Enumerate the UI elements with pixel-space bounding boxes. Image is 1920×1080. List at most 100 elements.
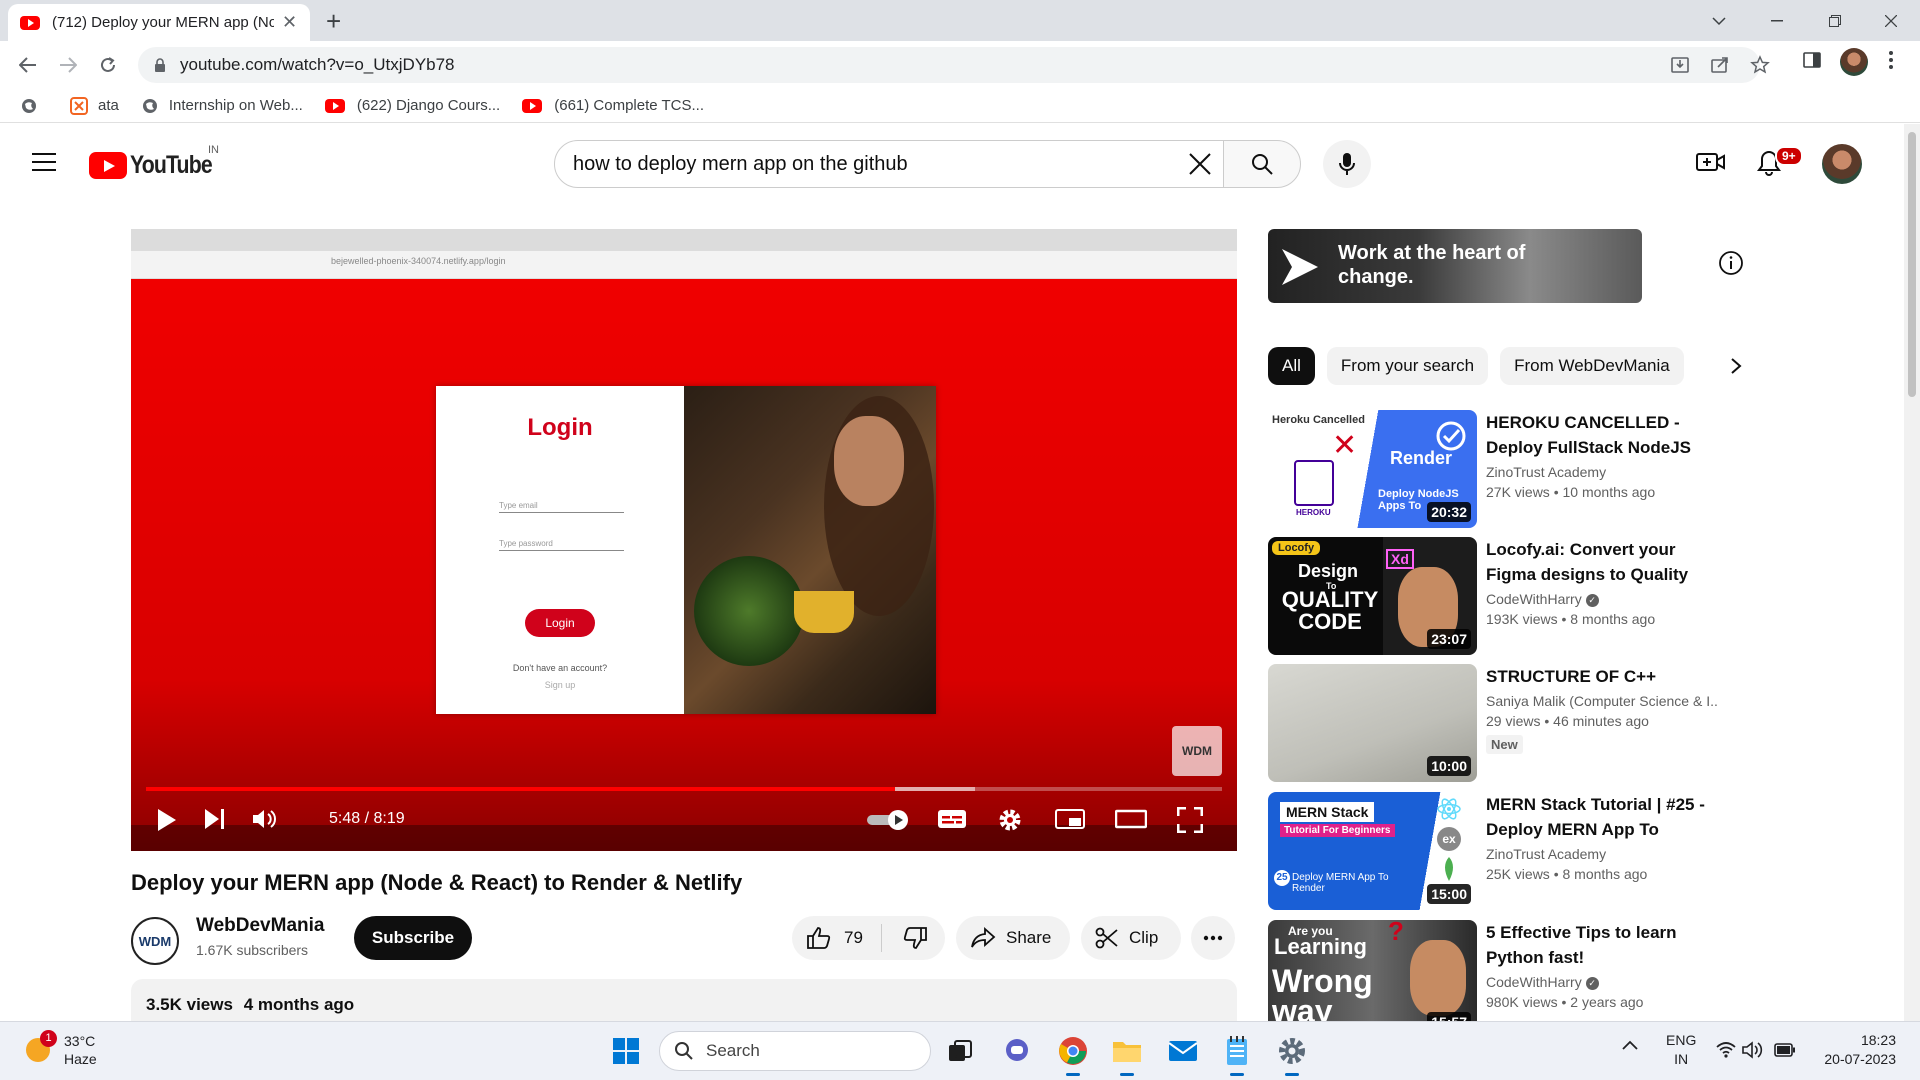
tab-search-chevron-icon[interactable] xyxy=(1690,0,1748,41)
search-input[interactable]: how to deploy mern app on the github xyxy=(554,140,1224,188)
recommendation-item[interactable]: Are you Learning Wrong way ? 15:57 5 Eff… xyxy=(1268,920,1718,1021)
battery-icon[interactable] xyxy=(1774,1043,1796,1057)
clip-button[interactable]: Clip xyxy=(1081,916,1181,960)
weather-widget[interactable]: 1 33°C Haze xyxy=(26,1030,97,1068)
video-player[interactable]: bejewelled-phoenix-340074.netlify.app/lo… xyxy=(131,229,1237,851)
ad-arrow-logo-icon xyxy=(1282,249,1318,285)
next-video-icon[interactable] xyxy=(203,807,227,831)
recommendation-item[interactable]: MERN Stack Tutorial For Beginners 25 Dep… xyxy=(1268,792,1718,912)
recommendation-title[interactable]: MERN Stack Tutorial | #25 - Deploy MERN … xyxy=(1486,792,1718,842)
theater-mode-icon[interactable] xyxy=(1115,807,1147,831)
more-actions-button[interactable] xyxy=(1191,916,1235,960)
tray-overflow-chevron-icon[interactable] xyxy=(1622,1040,1638,1050)
tab-close-icon[interactable]: ✕ xyxy=(282,12,297,33)
lock-icon[interactable] xyxy=(154,57,166,73)
recommendation-channel[interactable]: CodeWithHarry ✓ xyxy=(1486,974,1718,990)
recommendation-item[interactable]: 10:00 STRUCTURE OF C++ Saniya Malik (Com… xyxy=(1268,664,1718,784)
recommendation-channel[interactable]: CodeWithHarry ✓ xyxy=(1486,591,1718,607)
like-dislike-group: 79 xyxy=(792,916,945,960)
chevron-right-icon[interactable] xyxy=(1730,357,1742,375)
recommendation-item[interactable]: Heroku Cancelled ✕ HEROKU Render Deploy … xyxy=(1268,410,1718,530)
close-window-button[interactable] xyxy=(1862,0,1920,41)
reload-button[interactable] xyxy=(96,53,120,77)
chat-icon[interactable] xyxy=(1000,1034,1034,1068)
system-clock[interactable]: 18:23 20-07-2023 xyxy=(1816,1031,1896,1069)
youtube-logo[interactable]: YouTube IN xyxy=(89,144,226,180)
chip-from-your-search[interactable]: From your search xyxy=(1326,347,1489,385)
scrollbar-thumb[interactable] xyxy=(1908,132,1916,397)
fullscreen-icon[interactable] xyxy=(1177,807,1203,833)
autoplay-toggle[interactable] xyxy=(867,809,911,831)
subtitles-icon[interactable] xyxy=(937,807,967,831)
windows-start-icon[interactable] xyxy=(609,1034,643,1068)
bookmark-django[interactable]: (622) Django Cours... xyxy=(324,97,500,114)
address-bar[interactable]: youtube.com/watch?v=o_UtxjDYb78 xyxy=(138,47,1770,83)
video-thumbnail[interactable]: Locofy Design To QUALITY CODE Xd 23:07 xyxy=(1268,537,1477,655)
share-button[interactable]: Share xyxy=(956,916,1070,960)
chrome-menu-icon[interactable] xyxy=(1888,50,1894,70)
share-page-icon[interactable] xyxy=(1710,55,1730,75)
play-icon[interactable] xyxy=(156,807,178,833)
taskbar-search[interactable]: Search xyxy=(659,1031,931,1071)
create-video-icon[interactable] xyxy=(1696,150,1726,174)
mail-icon[interactable] xyxy=(1166,1034,1200,1068)
like-button[interactable]: 79 xyxy=(806,926,863,950)
recommendation-item[interactable]: Locofy Design To QUALITY CODE Xd 23:07 L… xyxy=(1268,537,1718,657)
recommendation-title[interactable]: Locofy.ai: Convert your Figma designs to… xyxy=(1486,537,1718,587)
chrome-icon[interactable] xyxy=(1056,1034,1090,1076)
file-explorer-icon[interactable] xyxy=(1110,1034,1144,1076)
settings-gear-icon[interactable] xyxy=(997,807,1023,833)
recommendation-meta: 980K views • 2 years ago xyxy=(1486,994,1644,1010)
channel-avatar[interactable]: WDM xyxy=(131,917,179,965)
bookmark-globe[interactable] xyxy=(20,97,48,115)
dislike-button[interactable] xyxy=(902,926,928,950)
ad-banner[interactable]: Work at the heart of change. xyxy=(1268,229,1642,303)
recommendation-channel[interactable]: ZinoTrust Academy xyxy=(1486,464,1718,480)
back-button[interactable] xyxy=(16,53,40,77)
account-avatar[interactable] xyxy=(1822,144,1862,184)
clear-search-icon[interactable] xyxy=(1189,153,1211,175)
search-button[interactable] xyxy=(1223,140,1301,188)
ad-info-icon[interactable] xyxy=(1718,250,1744,276)
side-panel-icon[interactable] xyxy=(1802,50,1822,70)
chip-all[interactable]: All xyxy=(1268,347,1315,385)
subscribe-button[interactable]: Subscribe xyxy=(354,916,472,960)
browser-tab-active[interactable]: (712) Deploy your MERN app (Node & React… xyxy=(8,4,310,41)
video-thumbnail[interactable]: Heroku Cancelled ✕ HEROKU Render Deploy … xyxy=(1268,410,1477,528)
recommendation-title[interactable]: HEROKU CANCELLED - Deploy FullStack Node… xyxy=(1486,410,1718,460)
new-tab-button[interactable]: + xyxy=(326,7,341,35)
recommendation-channel[interactable]: ZinoTrust Academy xyxy=(1486,846,1718,862)
profile-avatar[interactable] xyxy=(1840,48,1868,76)
recommendation-title[interactable]: 5 Effective Tips to learn Python fast! xyxy=(1486,920,1718,970)
voice-search-button[interactable] xyxy=(1323,140,1371,188)
bookmark-star-icon[interactable] xyxy=(1750,55,1770,75)
channel-name[interactable]: WebDevMania xyxy=(196,915,324,937)
speaker-icon[interactable] xyxy=(1742,1041,1764,1059)
recommendation-title[interactable]: STRUCTURE OF C++ xyxy=(1486,664,1718,689)
language-indicator[interactable]: ENG IN xyxy=(1666,1031,1696,1069)
bookmark-internship[interactable]: Internship on Web... xyxy=(141,97,303,115)
video-thumbnail[interactable]: MERN Stack Tutorial For Beginners 25 Dep… xyxy=(1268,792,1477,910)
volume-icon[interactable] xyxy=(251,807,279,831)
chip-from-channel[interactable]: From WebDevMania xyxy=(1500,347,1684,385)
wifi-icon[interactable] xyxy=(1716,1042,1736,1058)
install-app-icon[interactable] xyxy=(1670,55,1690,75)
video-duration: 15:57 xyxy=(1427,1012,1471,1021)
hamburger-menu-icon[interactable] xyxy=(32,153,56,171)
restore-button[interactable] xyxy=(1806,0,1864,41)
task-view-icon[interactable] xyxy=(943,1034,977,1068)
bookmark-ata[interactable]: ata xyxy=(70,96,119,115)
miniplayer-icon[interactable] xyxy=(1055,807,1085,831)
settings-icon[interactable] xyxy=(1275,1034,1309,1076)
bookmark-tcs[interactable]: (661) Complete TCS... xyxy=(522,97,704,114)
thumb-mern-stack-text: MERN Stack xyxy=(1280,802,1375,822)
notepad-icon[interactable] xyxy=(1220,1034,1254,1076)
minimize-button[interactable] xyxy=(1748,0,1806,41)
progress-bar[interactable] xyxy=(146,787,1222,791)
video-thumbnail[interactable]: 10:00 xyxy=(1268,664,1477,782)
video-thumbnail[interactable]: Are you Learning Wrong way ? 15:57 xyxy=(1268,920,1477,1021)
channel-watermark[interactable]: WDM xyxy=(1172,726,1222,776)
recommendation-channel[interactable]: Saniya Malik (Computer Science & I... xyxy=(1486,693,1718,709)
page-scrollbar[interactable] xyxy=(1904,124,1920,1021)
forward-button[interactable] xyxy=(56,53,80,77)
